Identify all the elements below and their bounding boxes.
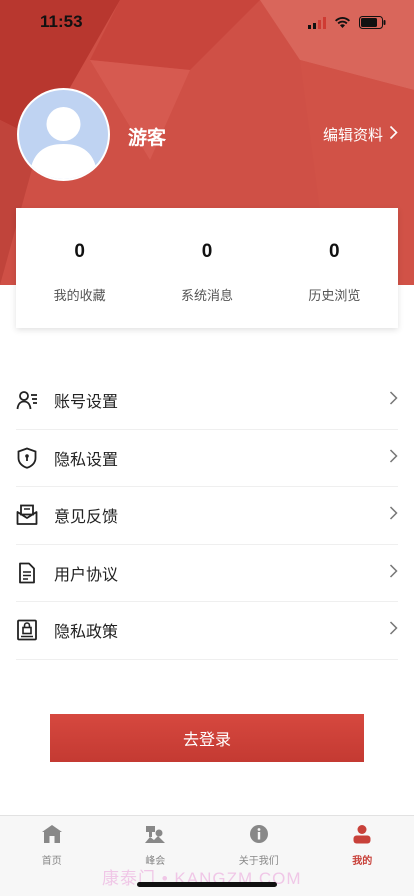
stat-label: 我的收藏 <box>53 289 106 304</box>
edit-profile-label: 编辑资料 <box>322 126 383 144</box>
profile-section: 游客 编辑资料 <box>0 86 414 182</box>
stats-card: 0 我的收藏 0 系统消息 0 历史浏览 <box>16 208 398 328</box>
shield-icon <box>16 447 38 469</box>
stat-label: 系统消息 <box>180 289 233 304</box>
status-time: 11:53 <box>40 12 83 31</box>
menu-item-label: 意见反馈 <box>54 507 119 527</box>
chevron-right-icon <box>389 125 398 144</box>
document-icon <box>16 562 38 584</box>
status-bar: 11:53 <box>0 0 414 44</box>
chevron-right-icon <box>389 563 398 582</box>
settings-menu: 账号设置 隐私设置 意见反馈 用户协议 隐私政策 <box>16 372 398 660</box>
info-icon <box>249 824 269 848</box>
user-settings-icon <box>16 389 38 411</box>
home-indicator <box>137 882 277 887</box>
menu-item-privacy-settings[interactable]: 隐私设置 <box>16 430 398 487</box>
battery-icon <box>359 14 386 33</box>
login-button[interactable]: 去登录 <box>50 714 364 762</box>
menu-item-label: 隐私政策 <box>54 622 119 642</box>
chevron-right-icon <box>389 391 398 410</box>
home-icon <box>41 824 63 848</box>
stat-favorites[interactable]: 0 我的收藏 <box>16 208 143 328</box>
lock-document-icon <box>16 619 38 641</box>
tab-label: 首页 <box>41 856 62 867</box>
signal-icon <box>308 14 326 33</box>
wifi-icon <box>334 14 351 33</box>
chevron-right-icon <box>389 448 398 467</box>
stat-messages[interactable]: 0 系统消息 <box>143 208 270 328</box>
default-avatar-icon <box>29 107 98 179</box>
menu-item-label: 用户协议 <box>54 564 119 584</box>
stat-value: 0 <box>201 241 213 262</box>
menu-item-user-agreement[interactable]: 用户协议 <box>16 545 398 602</box>
avatar[interactable] <box>17 88 110 181</box>
stat-label: 历史浏览 <box>308 289 361 304</box>
tab-home[interactable]: 首页 <box>0 816 104 896</box>
menu-item-privacy-policy[interactable]: 隐私政策 <box>16 602 398 660</box>
edit-profile-link[interactable]: 编辑资料 <box>323 124 398 145</box>
menu-item-label: 隐私设置 <box>54 449 119 469</box>
chevron-right-icon <box>389 621 398 640</box>
stat-value: 0 <box>74 241 85 262</box>
chevron-right-icon <box>389 506 398 525</box>
stat-history[interactable]: 0 历史浏览 <box>271 208 398 328</box>
summit-icon <box>144 824 166 848</box>
username: 游客 <box>128 127 167 149</box>
stat-value: 0 <box>329 241 340 262</box>
menu-item-feedback[interactable]: 意见反馈 <box>16 487 398 545</box>
menu-item-label: 账号设置 <box>54 392 119 412</box>
tab-label: 我的 <box>352 856 373 867</box>
tab-mine[interactable]: 我的 <box>311 816 414 896</box>
person-icon <box>352 824 372 848</box>
mail-feedback-icon <box>16 504 38 526</box>
menu-item-account-settings[interactable]: 账号设置 <box>16 372 398 430</box>
